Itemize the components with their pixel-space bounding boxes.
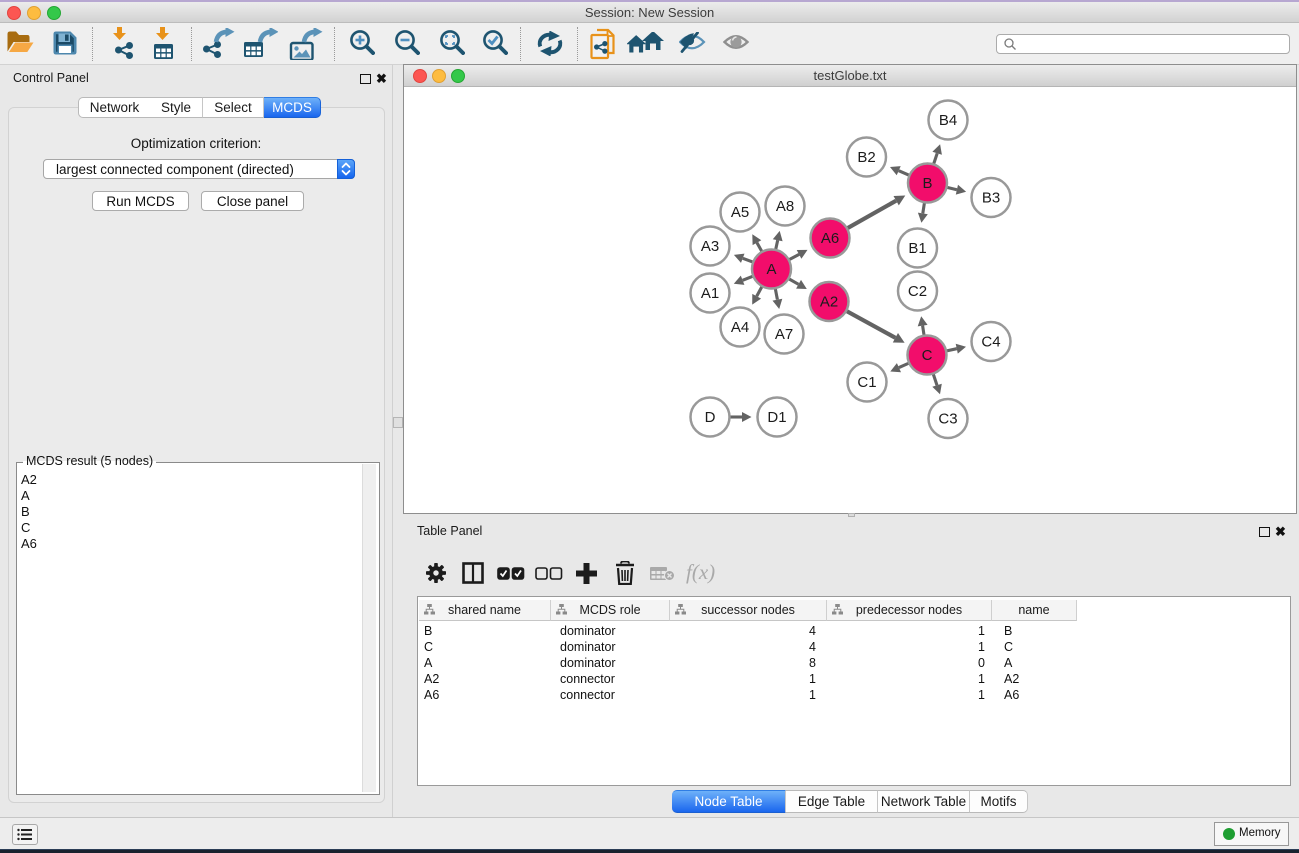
svg-text:B1: B1 xyxy=(908,240,926,257)
svg-text:A6: A6 xyxy=(821,230,839,247)
svg-text:B2: B2 xyxy=(857,149,875,166)
svg-text:A: A xyxy=(766,261,776,278)
svg-text:A1: A1 xyxy=(701,285,719,302)
svg-text:D1: D1 xyxy=(767,409,786,426)
svg-text:A2: A2 xyxy=(820,294,838,311)
svg-text:C1: C1 xyxy=(857,374,876,391)
svg-text:A3: A3 xyxy=(701,238,719,255)
svg-text:A5: A5 xyxy=(731,204,749,221)
svg-text:A8: A8 xyxy=(776,198,794,215)
svg-text:B4: B4 xyxy=(939,112,957,129)
svg-text:C4: C4 xyxy=(981,334,1000,351)
svg-text:C3: C3 xyxy=(938,411,957,428)
svg-text:C2: C2 xyxy=(908,283,927,300)
svg-text:C: C xyxy=(922,347,933,364)
svg-text:D: D xyxy=(705,409,716,426)
svg-text:B: B xyxy=(922,175,932,192)
svg-text:B3: B3 xyxy=(982,190,1000,207)
svg-text:A4: A4 xyxy=(731,319,749,336)
svg-text:A7: A7 xyxy=(775,326,793,343)
